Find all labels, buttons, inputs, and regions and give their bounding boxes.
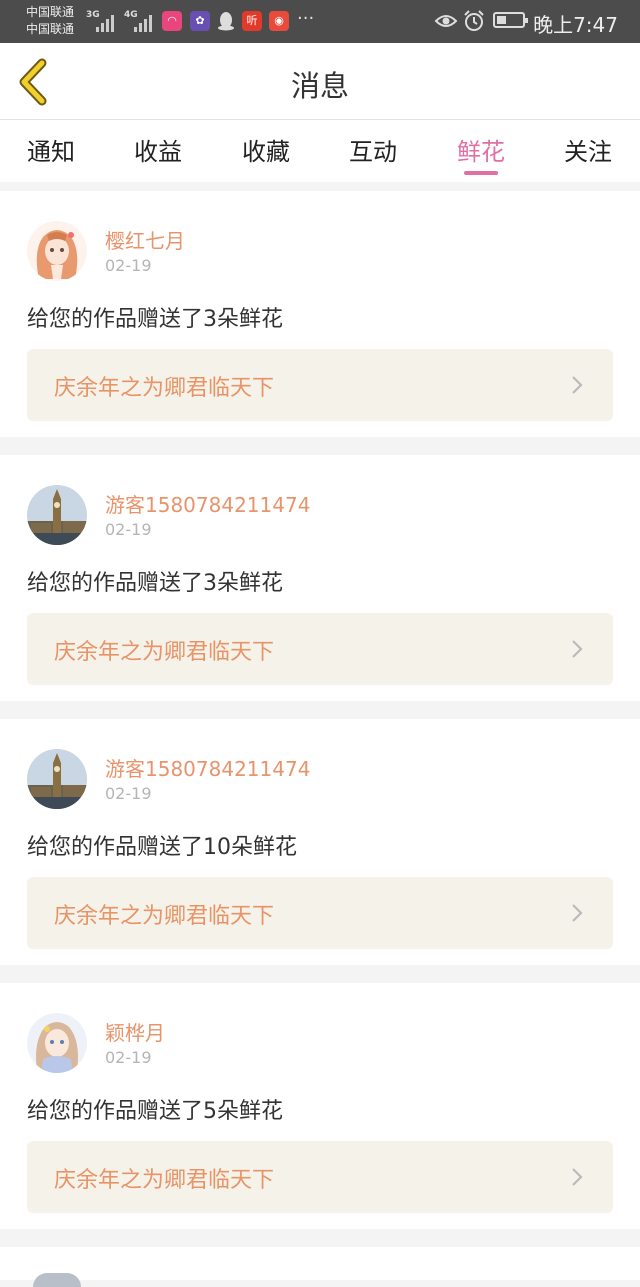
- carrier-name-1: 中国联通: [26, 5, 75, 19]
- tab-interactions[interactable]: 互动: [333, 132, 413, 167]
- qq-penguin-icon: [216, 11, 236, 31]
- battery-icon: [493, 12, 528, 28]
- message-date: 02-19: [105, 520, 152, 539]
- work-title: 庆余年之为卿君临天下: [54, 1168, 275, 1193]
- listen-app-icon: 听: [242, 11, 262, 31]
- message-date: 02-19: [105, 784, 152, 803]
- message-date: 02-19: [105, 1048, 152, 1067]
- red-chat-app-icon: ◠: [162, 11, 182, 31]
- message-text: 给您的作品赠送了10朵鲜花: [27, 835, 297, 860]
- clock-time: 晚上7:47: [533, 13, 618, 37]
- work-link[interactable]: 庆余年之为卿君临天下: [27, 877, 613, 949]
- work-link[interactable]: 庆余年之为卿君临天下: [27, 613, 613, 685]
- big-ben-avatar-icon: [27, 749, 87, 809]
- anime-girl-avatar-icon: [27, 221, 87, 281]
- work-link[interactable]: 庆余年之为卿君临天下: [27, 349, 613, 421]
- chevron-right-icon: [572, 904, 583, 922]
- message-card: 游客1580784211474 02-19 给您的作品赠送了3朵鲜花 庆余年之为…: [0, 455, 640, 701]
- message-card: 樱红七月 02-19 给您的作品赠送了3朵鲜花 庆余年之为卿君临天下: [0, 191, 640, 437]
- message-date: 02-19: [105, 256, 152, 275]
- message-text: 给您的作品赠送了3朵鲜花: [27, 307, 283, 332]
- sender-name[interactable]: 樱红七月: [105, 225, 185, 254]
- sender-name[interactable]: 游客1580784211474: [105, 489, 310, 518]
- chevron-right-icon: [572, 376, 583, 394]
- navigation-header: 消息: [0, 43, 640, 120]
- status-bar: 中国联通 中国联通 3G 4G ◠ ✿ 听 ◉ ··· 晚上7:47: [0, 0, 640, 43]
- page-title: 消息: [290, 69, 349, 103]
- avatar[interactable]: [27, 221, 87, 281]
- avatar[interactable]: [27, 749, 87, 809]
- message-text: 给您的作品赠送了3朵鲜花: [27, 571, 283, 596]
- tab-notifications[interactable]: 通知: [11, 132, 91, 167]
- chevron-right-icon: [572, 1168, 583, 1186]
- avatar[interactable]: [27, 485, 87, 545]
- message-card: 颖桦月 02-19 给您的作品赠送了5朵鲜花 庆余年之为卿君临天下: [0, 983, 640, 1229]
- work-link[interactable]: 庆余年之为卿君临天下: [27, 1141, 613, 1213]
- eye-comfort-icon: [434, 10, 458, 36]
- big-ben-avatar-icon: [27, 485, 87, 545]
- tab-follows[interactable]: 关注: [548, 132, 628, 167]
- message-card: [0, 1247, 640, 1287]
- alarm-clock-icon: [462, 9, 486, 37]
- tab-earnings[interactable]: 收益: [118, 132, 198, 167]
- message-text: 给您的作品赠送了5朵鲜花: [27, 1099, 283, 1124]
- more-notifications-icon: ···: [297, 8, 315, 29]
- sender-name[interactable]: 颖桦月: [105, 1017, 165, 1046]
- carrier-name-2: 中国联通: [26, 22, 75, 36]
- active-tab-indicator: [464, 171, 498, 175]
- message-category-tabs: 通知 收益 收藏 互动 鲜花 关注: [0, 120, 640, 182]
- sender-name[interactable]: 游客1580784211474: [105, 753, 310, 782]
- avatar[interactable]: [27, 1013, 87, 1073]
- chevron-right-icon: [572, 640, 583, 658]
- signal-strength-icon: [96, 12, 118, 32]
- anime-girl-avatar-icon: [27, 1013, 87, 1073]
- purple-app-icon: ✿: [190, 11, 210, 31]
- work-title: 庆余年之为卿君临天下: [54, 904, 275, 929]
- signal-strength-icon: [134, 12, 156, 32]
- red-pig-app-icon: ◉: [269, 11, 289, 31]
- avatar[interactable]: [33, 1273, 81, 1287]
- carrier-info: 中国联通 中国联通: [26, 4, 74, 38]
- message-card: 游客1580784211474 02-19 给您的作品赠送了10朵鲜花 庆余年之…: [0, 719, 640, 965]
- work-title: 庆余年之为卿君临天下: [54, 376, 275, 401]
- work-title: 庆余年之为卿君临天下: [54, 640, 275, 665]
- tab-favorites[interactable]: 收藏: [226, 132, 306, 167]
- tab-flowers[interactable]: 鲜花: [441, 132, 521, 167]
